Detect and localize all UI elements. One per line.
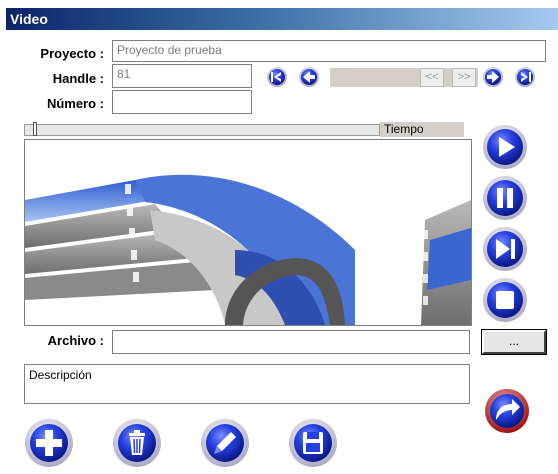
archivo-label: Archivo :	[47, 333, 104, 348]
last-record-icon[interactable]	[514, 66, 536, 88]
window-title-bar: Video	[6, 8, 558, 30]
handle-value: 81	[117, 67, 131, 81]
trash-icon[interactable]	[112, 418, 162, 468]
time-label: Tiempo	[380, 122, 464, 137]
play-icon[interactable]	[482, 124, 528, 170]
proyecto-value: Proyecto de prueba	[117, 43, 222, 57]
time-slider[interactable]	[24, 124, 380, 136]
handle-field[interactable]: 81	[112, 64, 252, 88]
proyecto-label: Proyecto :	[40, 46, 104, 61]
handle-label: Handle :	[52, 71, 104, 86]
archivo-field[interactable]	[112, 330, 470, 354]
add-icon[interactable]	[24, 418, 74, 468]
numero-label: Número :	[46, 96, 104, 111]
floppy-disk-icon[interactable]	[288, 418, 338, 468]
window-title: Video	[10, 11, 48, 27]
proyecto-field[interactable]: Proyecto de prueba	[112, 40, 546, 62]
film-strip-image	[25, 140, 471, 325]
time-slider-thumb[interactable]	[33, 122, 37, 136]
pause-icon[interactable]	[482, 175, 528, 221]
stop-icon[interactable]	[482, 277, 528, 323]
step-forward-icon[interactable]	[482, 226, 528, 272]
description-placeholder: Descripción	[29, 368, 92, 382]
previous-record-icon[interactable]	[298, 66, 320, 88]
browse-file-button[interactable]: ...	[481, 329, 547, 355]
numero-field[interactable]	[112, 90, 252, 114]
curved-arrow-icon[interactable]	[484, 388, 530, 434]
description-field[interactable]: Descripción	[24, 364, 470, 404]
next-page-button[interactable]: >>	[452, 68, 476, 87]
previous-page-button[interactable]: <<	[420, 68, 444, 87]
pen-icon[interactable]	[200, 418, 250, 468]
first-record-icon[interactable]	[266, 66, 288, 88]
next-record-icon[interactable]	[482, 66, 504, 88]
video-preview	[24, 139, 472, 326]
